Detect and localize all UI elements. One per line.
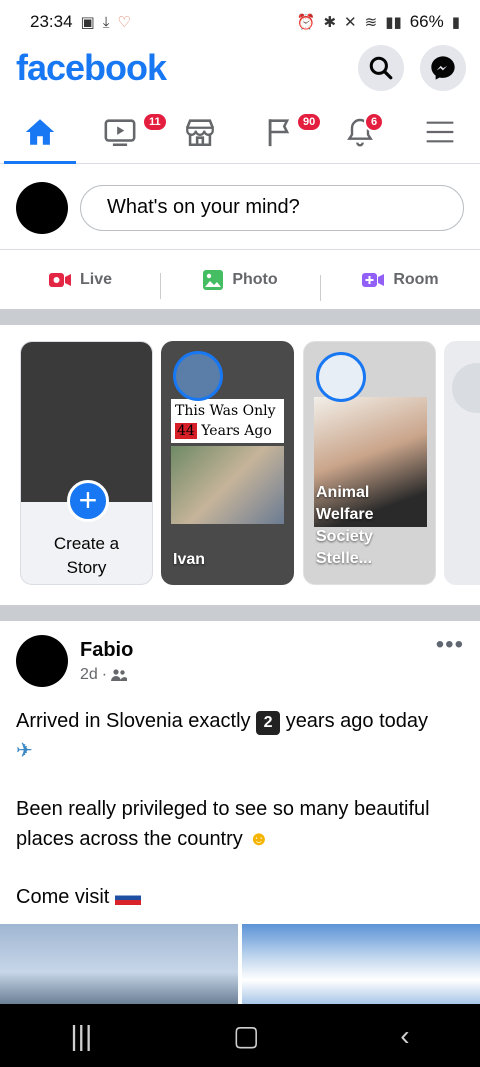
post-paragraph-3: Come visit: [16, 882, 466, 912]
post-photo-1[interactable]: [0, 924, 238, 1004]
messenger-icon: [431, 56, 455, 80]
heart-icon: ♡: [117, 13, 131, 31]
system-navigation-bar: ||| ▢ ‹: [0, 1004, 480, 1067]
live-video-icon: [48, 273, 71, 287]
composer-actions: Live Photo Room: [0, 251, 480, 309]
battery-icon: ▮: [451, 13, 460, 31]
room-icon: [362, 273, 385, 287]
star-struck-emoji-icon: ☻: [248, 828, 270, 850]
post-author-name[interactable]: Fabio: [80, 639, 424, 662]
post-meta: 2d ·: [80, 666, 424, 684]
mute-icon: ✕: [344, 13, 357, 31]
live-label: Live: [79, 271, 112, 288]
slovenia-flag-icon: [114, 890, 141, 905]
add-story-icon: +: [67, 480, 109, 522]
tab-groups[interactable]: 90: [240, 100, 323, 163]
create-story-label: Create a Story: [53, 534, 120, 577]
tab-marketplace[interactable]: [160, 100, 240, 163]
battery-level: 66%: [409, 12, 444, 31]
photo-label: Photo: [232, 271, 278, 288]
user-avatar[interactable]: [16, 181, 68, 234]
story-card-animal-welfare[interactable]: Animal Welfare Society Stelle...: [303, 341, 436, 585]
story-caption: This Was Only 44 Years Ago: [171, 399, 284, 443]
story-photo: [171, 446, 284, 524]
tab-home[interactable]: [0, 100, 80, 164]
airplane-emoji-icon: ✈: [16, 740, 33, 762]
post-author-avatar[interactable]: [16, 635, 68, 687]
messenger-button[interactable]: [420, 45, 466, 91]
flag-icon: [268, 118, 290, 146]
stories-tray: + Create a Story This Was Only 44 Years …: [0, 325, 480, 605]
app-header: facebook: [0, 44, 480, 92]
search-button[interactable]: [358, 45, 404, 91]
live-button[interactable]: Live: [0, 271, 160, 289]
post-composer: What's on your mind?: [0, 166, 480, 250]
home-icon: [25, 118, 55, 145]
marketplace-icon: [186, 118, 214, 146]
post-text: Arrived in Slovenia exactly 2 years ago …: [16, 706, 466, 940]
gallery-icon: ▣: [80, 13, 95, 31]
section-divider: [0, 309, 480, 325]
story-avatar-ivan: [173, 351, 223, 401]
story-card-ivan[interactable]: This Was Only 44 Years Ago Ivan: [161, 341, 294, 585]
post-photos[interactable]: [0, 924, 480, 1004]
video-icon: [104, 118, 136, 146]
bluetooth-icon: ✱: [323, 13, 337, 31]
create-story-card[interactable]: + Create a Story: [20, 341, 153, 585]
whats-on-your-mind-input[interactable]: What's on your mind?: [80, 184, 464, 231]
download-icon: ⤓: [102, 13, 110, 31]
post-paragraph-2: Been really privileged to see so many be…: [16, 798, 430, 850]
signal-icon: ▮▮: [385, 13, 402, 31]
back-icon[interactable]: ‹: [400, 1020, 409, 1052]
photo-button[interactable]: Photo: [160, 269, 320, 299]
status-bar: 23:34 ▣ ⤓ ♡ ⏰ ✱ ✕ ≋ ▮▮ 66% ▮: [0, 0, 480, 44]
story-card-partial[interactable]: [444, 341, 480, 585]
status-time: 23:34: [30, 12, 73, 31]
facebook-logo[interactable]: facebook: [16, 47, 167, 89]
post-photo-2[interactable]: [242, 924, 480, 1004]
tab-menu[interactable]: [400, 100, 480, 163]
post-more-options-icon[interactable]: •••: [436, 631, 464, 659]
post-header: Fabio 2d · •••: [0, 621, 480, 701]
photo-icon: [203, 270, 224, 290]
wifi-icon: ≋: [364, 13, 378, 31]
hamburger-menu-icon: [426, 121, 454, 142]
friends-audience-icon: [111, 668, 128, 681]
section-divider: [0, 605, 480, 621]
alarm-icon: ⏰: [296, 13, 316, 31]
notifications-badge: 6: [364, 112, 385, 132]
post-time[interactable]: 2d: [80, 666, 98, 684]
create-story-preview: [21, 342, 152, 502]
room-button[interactable]: Room: [320, 271, 480, 301]
story-avatar-animal-welfare: [316, 352, 366, 402]
post-paragraph-1: Arrived in Slovenia exactly 2 years ago …: [16, 710, 429, 762]
room-label: Room: [393, 271, 439, 288]
recent-apps-icon[interactable]: |||: [70, 1020, 92, 1052]
tab-notifications[interactable]: 6: [320, 100, 400, 163]
story-author-animal-welfare: Animal Welfare Society Stelle...: [316, 484, 374, 567]
search-icon: [369, 56, 393, 80]
story-avatar-partial: [452, 363, 480, 413]
groups-badge: 90: [296, 112, 323, 132]
tab-watch[interactable]: 11: [80, 100, 168, 163]
story-author-ivan: Ivan: [173, 551, 206, 568]
main-tab-bar: 11 90 6: [0, 100, 480, 164]
home-button-icon[interactable]: ▢: [233, 1019, 259, 1052]
